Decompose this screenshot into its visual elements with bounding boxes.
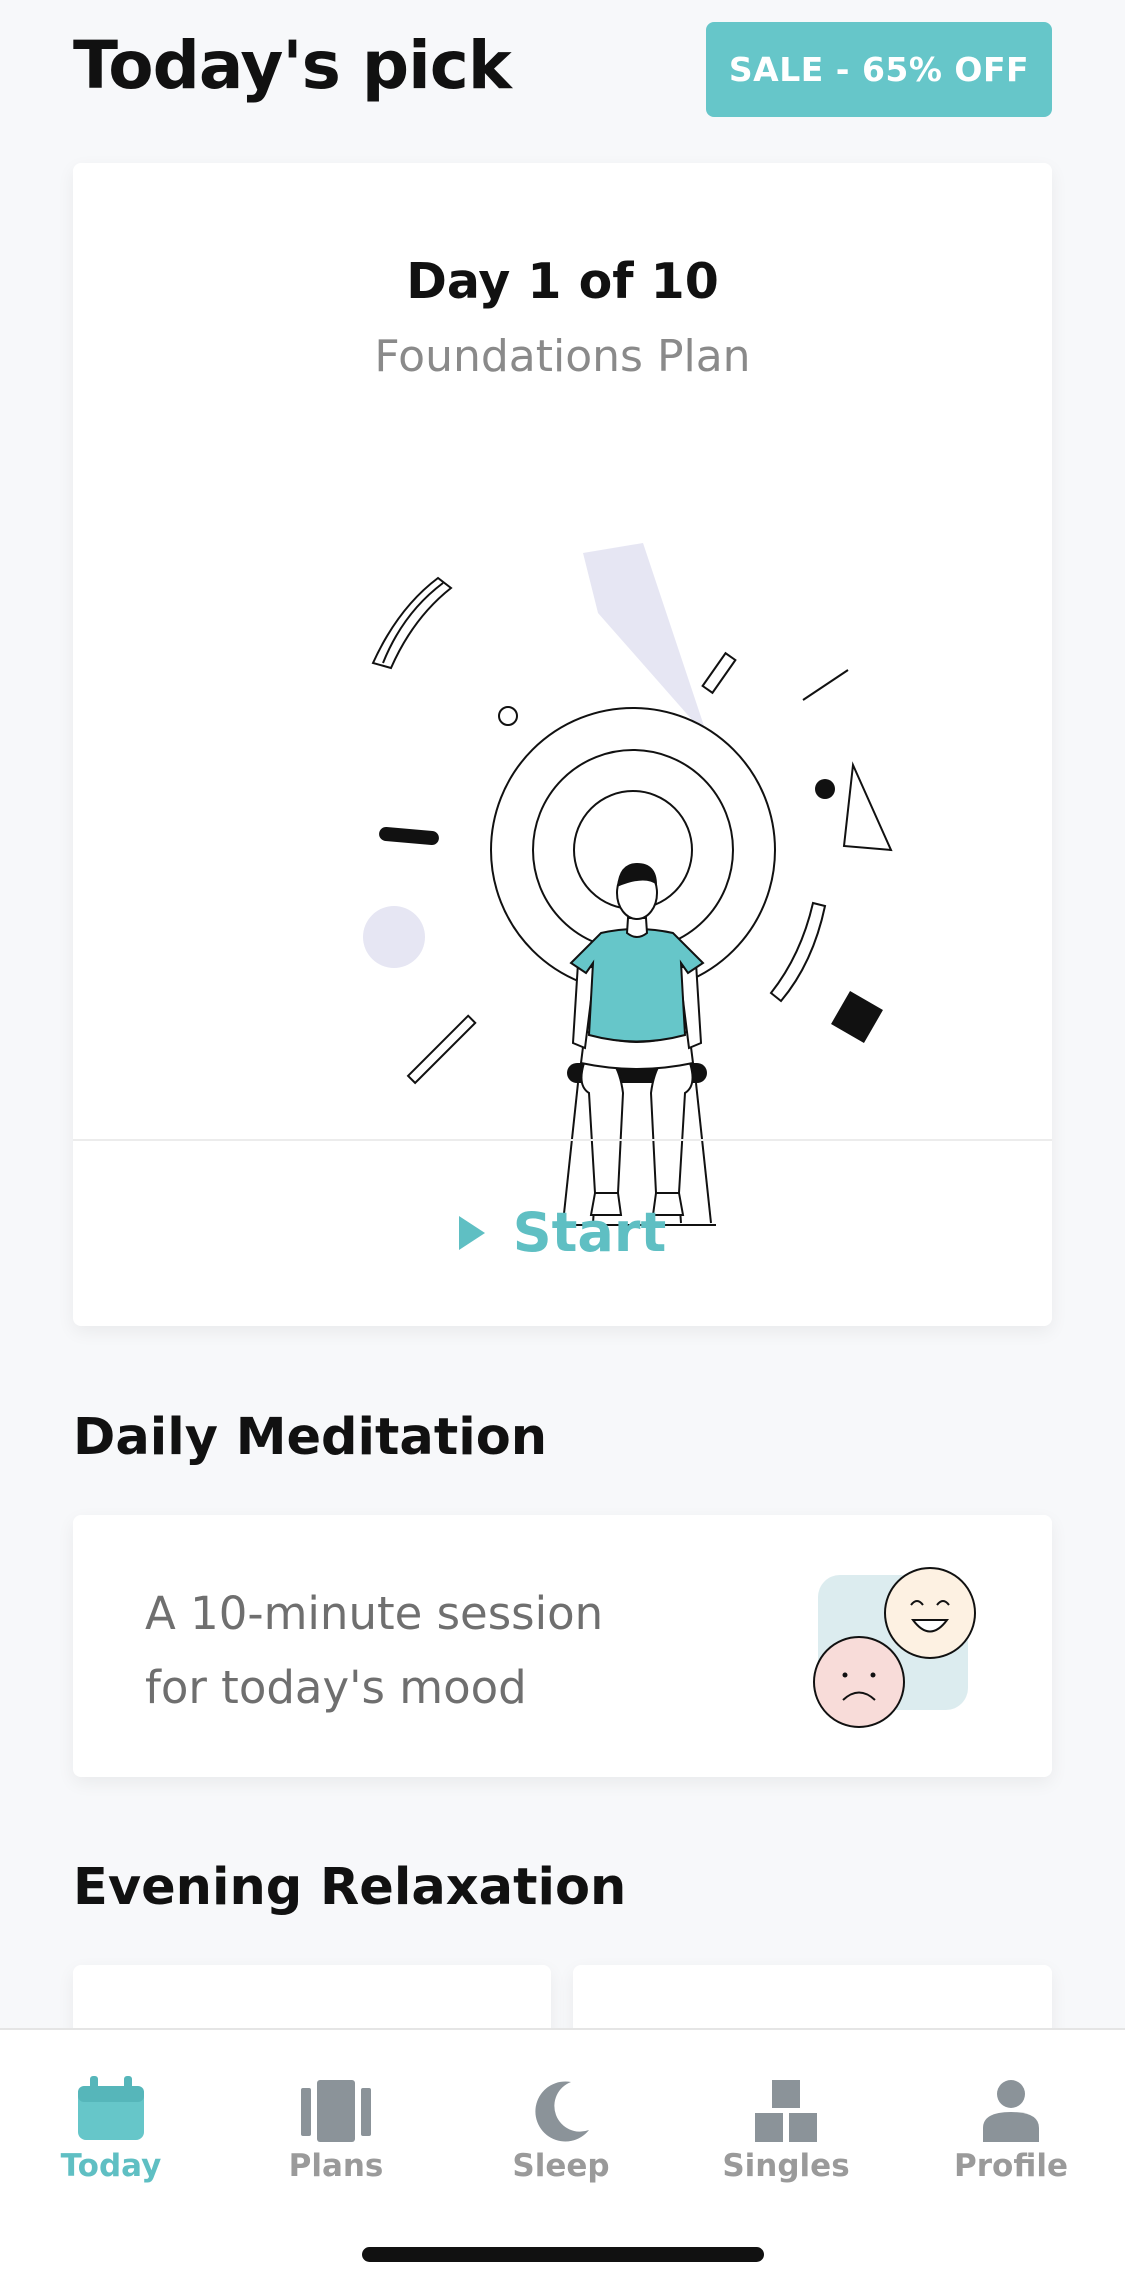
tab-today[interactable]: Today — [36, 2072, 186, 2184]
plans-icon — [301, 2080, 371, 2142]
description-line-2: for today's mood — [145, 1661, 527, 1714]
day-progress: Day 1 of 10 — [406, 253, 719, 310]
page-title: Today's pick — [73, 27, 512, 104]
play-icon — [458, 1215, 485, 1250]
daily-meditation-description: A 10-minute session for today's mood — [145, 1577, 665, 1725]
plan-name: Foundations Plan — [374, 331, 751, 382]
home-indicator[interactable] — [362, 2247, 764, 2262]
tab-label: Plans — [288, 2148, 384, 2184]
evening-relaxation-title: Evening Relaxation — [73, 1858, 627, 1917]
calendar-icon — [78, 2076, 144, 2140]
tab-profile[interactable]: Profile — [936, 2072, 1086, 2184]
tab-label: Profile — [954, 2148, 1068, 2184]
tab-label: Singles — [722, 2148, 850, 2184]
start-label: Start — [512, 1201, 667, 1264]
description-line-1: A 10-minute session — [145, 1587, 604, 1640]
todays-pick-card[interactable]: Day 1 of 10 Foundations Plan Start — [73, 163, 1052, 1326]
tab-label: Today — [60, 2148, 162, 2184]
tab-singles[interactable]: Singles — [711, 2072, 861, 2184]
sale-badge[interactable]: SALE - 65% OFF — [706, 22, 1052, 117]
mood-faces-icon — [813, 1567, 976, 1728]
tab-sleep[interactable]: Sleep — [486, 2072, 636, 2184]
person-icon — [983, 2080, 1039, 2142]
moon-icon — [535, 2081, 589, 2142]
meditating-person-illustration — [363, 543, 893, 1226]
blocks-icon — [755, 2080, 817, 2142]
header: Today's pick SALE - 65% OFF — [73, 20, 1052, 130]
daily-meditation-title: Daily Meditation — [73, 1408, 548, 1467]
daily-meditation-card[interactable]: A 10-minute session for today's mood — [73, 1515, 1052, 1777]
tab-plans[interactable]: Plans — [261, 2072, 411, 2184]
start-button[interactable]: Start — [73, 1139, 1052, 1326]
tab-label: Sleep — [512, 2148, 610, 2184]
